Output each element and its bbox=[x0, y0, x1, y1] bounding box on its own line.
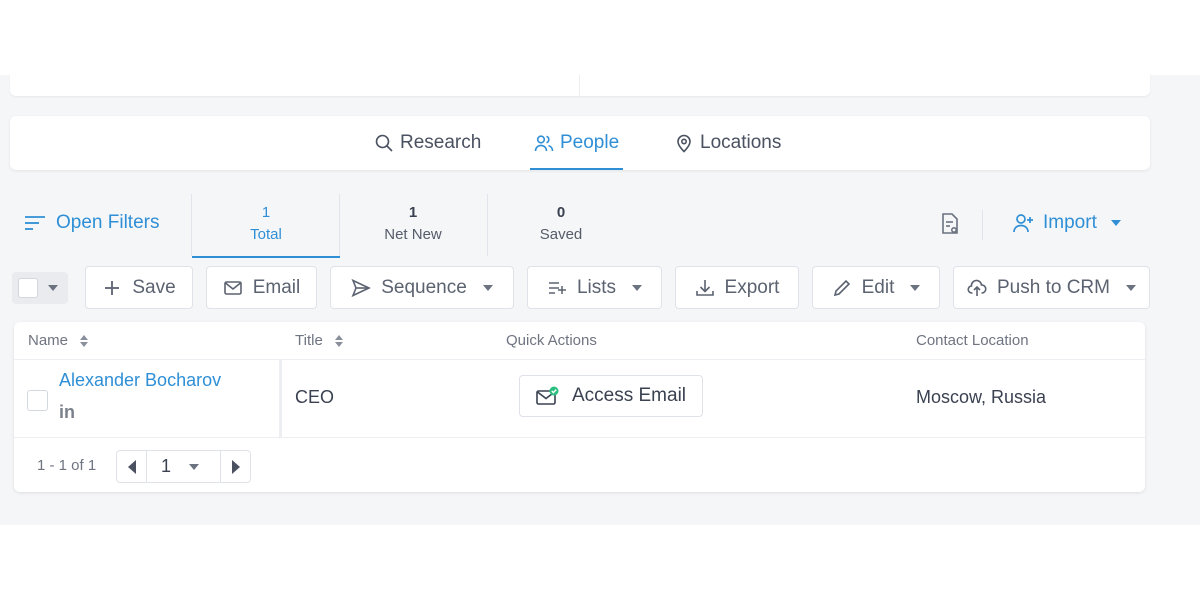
stats-row: Open Filters 1 Total 1 Net New 0 Saved I… bbox=[10, 192, 1150, 258]
verified-mail-icon bbox=[536, 386, 559, 405]
stat-saved-value: 0 bbox=[556, 204, 566, 221]
add-user-icon bbox=[1013, 214, 1033, 233]
linkedin-icon[interactable]: in bbox=[59, 402, 75, 423]
pencil-icon bbox=[833, 279, 850, 296]
filter-lines-icon bbox=[25, 216, 45, 230]
column-header-name-label: Name bbox=[28, 332, 69, 349]
access-email-label: Access Email bbox=[571, 385, 687, 406]
list-add-icon bbox=[548, 281, 566, 294]
title-cell: CEO bbox=[295, 387, 335, 407]
lists-label: Lists bbox=[576, 276, 617, 298]
bulk-action-toolbar: Save Email Sequence Lists Export Edit Pu… bbox=[10, 266, 1150, 310]
chevron-down-icon bbox=[48, 285, 58, 291]
column-header-contact-location: Contact Location bbox=[916, 332, 1029, 349]
chevron-down-icon bbox=[482, 284, 493, 291]
previous-page-button[interactable] bbox=[117, 451, 147, 482]
cloud-upload-icon bbox=[967, 279, 987, 296]
stat-net-new-label: Net New bbox=[384, 226, 442, 243]
document-settings-icon[interactable] bbox=[940, 212, 960, 236]
current-page: 1 bbox=[161, 456, 172, 476]
plus-icon bbox=[105, 280, 120, 295]
send-icon bbox=[351, 278, 372, 297]
chevron-down-icon bbox=[632, 284, 643, 291]
arrow-right-icon bbox=[231, 459, 240, 474]
chevron-down-icon bbox=[189, 463, 200, 470]
tab-bar: Research People Locations bbox=[10, 116, 1150, 170]
select-all-dropdown[interactable] bbox=[12, 272, 68, 304]
edit-button[interactable]: Edit bbox=[812, 266, 940, 309]
open-filters-button[interactable]: Open Filters bbox=[24, 212, 159, 234]
next-page-button[interactable] bbox=[220, 451, 250, 482]
column-header-name[interactable]: Name bbox=[28, 332, 89, 349]
export-button[interactable]: Export bbox=[675, 266, 799, 309]
push-to-crm-label: Push to CRM bbox=[997, 276, 1110, 298]
table-header: Name Title Quick Actions Contact Locatio… bbox=[14, 322, 1145, 360]
stat-total-label: Total bbox=[250, 226, 282, 243]
tab-locations-label: Locations bbox=[700, 132, 782, 153]
column-header-quick-actions-label: Quick Actions bbox=[506, 332, 597, 349]
import-label: Import bbox=[1043, 212, 1097, 233]
tab-research-label: Research bbox=[400, 132, 482, 153]
lists-button[interactable]: Lists bbox=[527, 266, 662, 309]
tab-people[interactable]: People bbox=[529, 116, 624, 170]
select-all-checkbox[interactable] bbox=[18, 278, 38, 298]
row-checkbox[interactable] bbox=[27, 390, 48, 411]
edit-label: Edit bbox=[861, 276, 895, 298]
tab-locations[interactable]: Locations bbox=[674, 116, 781, 170]
column-header-title-label: Title bbox=[295, 332, 323, 349]
pagination-range: 1 - 1 of 1 bbox=[37, 457, 97, 474]
sort-icon[interactable] bbox=[80, 334, 89, 347]
stat-total[interactable]: 1 Total bbox=[192, 192, 340, 258]
search-icon bbox=[375, 134, 393, 152]
people-icon bbox=[534, 135, 554, 152]
email-label: Email bbox=[252, 276, 301, 298]
tab-people-label: People bbox=[560, 132, 620, 153]
download-icon bbox=[695, 279, 714, 296]
page-number-select[interactable]: 1 bbox=[147, 451, 221, 482]
push-to-crm-button[interactable]: Push to CRM bbox=[953, 266, 1150, 309]
mail-icon bbox=[223, 280, 242, 295]
stat-saved-label: Saved bbox=[539, 226, 583, 243]
tab-research[interactable]: Research bbox=[374, 116, 481, 170]
chevron-down-icon bbox=[1125, 284, 1136, 291]
access-email-button[interactable]: Access Email bbox=[519, 375, 703, 417]
people-table: Name Title Quick Actions Contact Locatio… bbox=[14, 322, 1145, 492]
stat-net-new-value: 1 bbox=[408, 204, 418, 221]
email-button[interactable]: Email bbox=[206, 266, 317, 309]
stat-net-new[interactable]: 1 Net New bbox=[339, 192, 487, 258]
save-label: Save bbox=[132, 276, 176, 298]
arrow-left-icon bbox=[127, 459, 136, 474]
stat-total-value: 1 bbox=[261, 204, 271, 221]
column-header-title[interactable]: Title bbox=[295, 332, 343, 349]
open-filters-label: Open Filters bbox=[56, 212, 160, 233]
sequence-button[interactable]: Sequence bbox=[330, 266, 514, 309]
pagination: 1 - 1 of 1 1 bbox=[14, 438, 1145, 492]
person-name-link[interactable]: Alexander Bocharov bbox=[59, 370, 221, 391]
save-button[interactable]: Save bbox=[85, 266, 193, 309]
sequence-label: Sequence bbox=[381, 276, 467, 298]
export-label: Export bbox=[724, 276, 780, 298]
column-header-contact-location-label: Contact Location bbox=[916, 332, 1029, 349]
name-cell: Alexander Bocharov in bbox=[14, 360, 282, 438]
contact-location-cell: Moscow, Russia bbox=[916, 387, 1047, 407]
location-pin-icon bbox=[677, 134, 691, 153]
sort-icon[interactable] bbox=[334, 334, 343, 347]
column-header-quick-actions: Quick Actions bbox=[506, 332, 597, 349]
panel-divider bbox=[579, 75, 580, 96]
top-panel bbox=[10, 75, 1150, 96]
page-selector-group: 1 bbox=[116, 450, 251, 483]
chevron-down-icon bbox=[910, 284, 921, 291]
header-divider bbox=[982, 210, 983, 240]
import-button[interactable]: Import bbox=[1013, 212, 1121, 234]
stat-saved[interactable]: 0 Saved bbox=[487, 192, 635, 258]
chevron-down-icon bbox=[1110, 220, 1121, 226]
table-row: Alexander Bocharov in CEO Access Email M… bbox=[14, 360, 1145, 438]
